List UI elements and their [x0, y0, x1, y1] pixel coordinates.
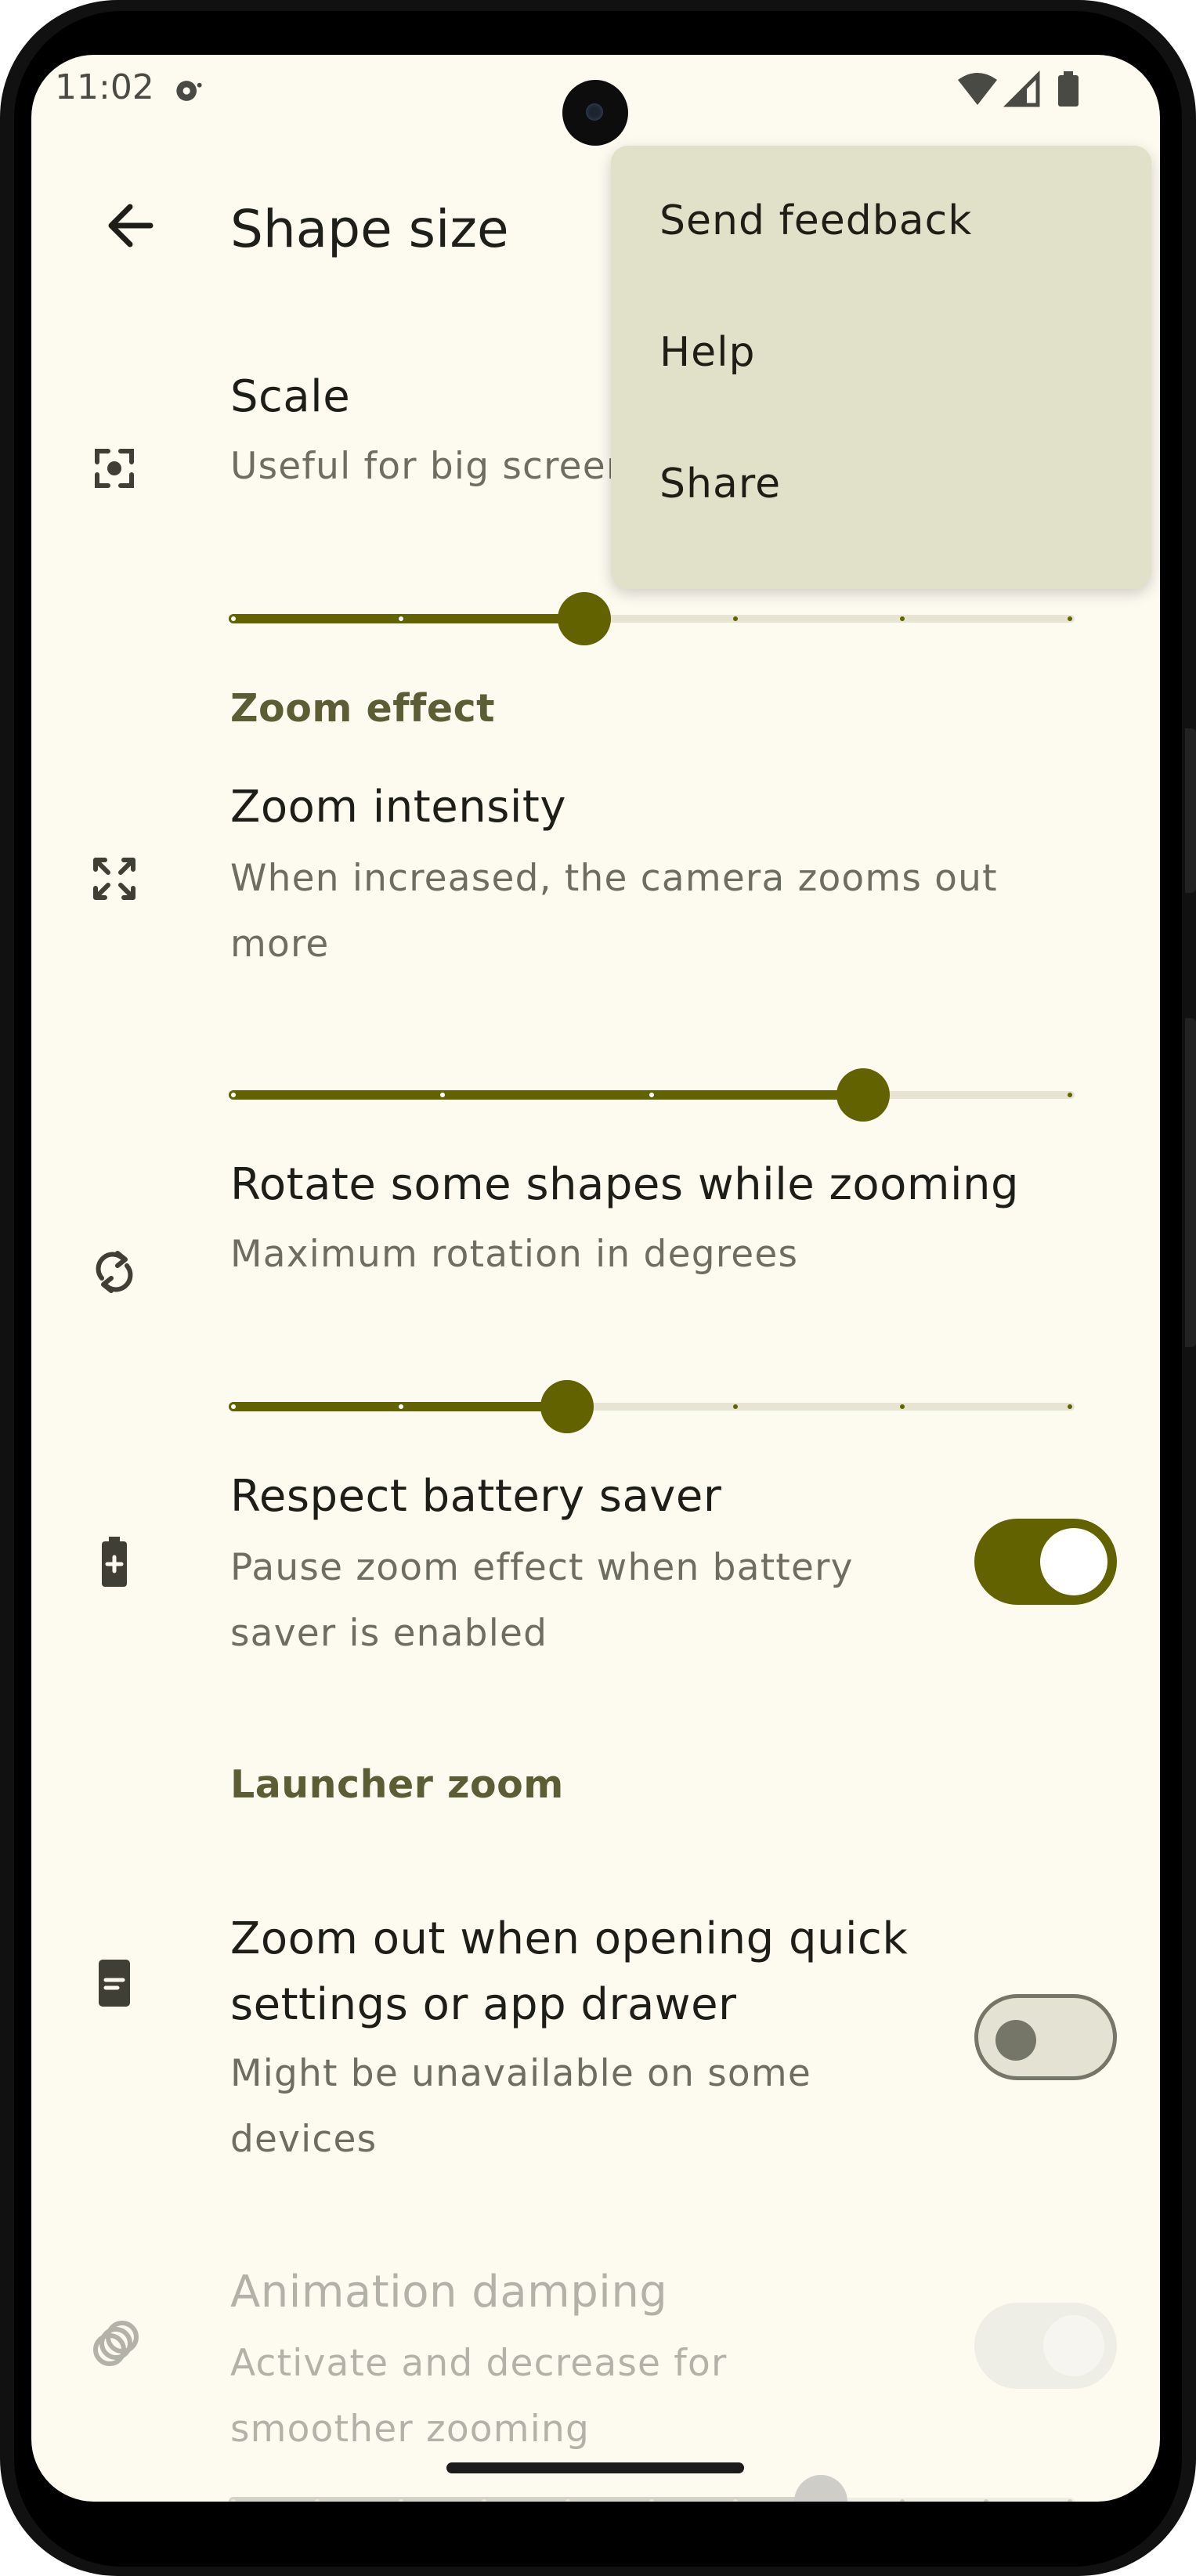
launcher-zoom-title: Zoom out when opening quick settings or …: [230, 1913, 909, 2030]
slider-tick: [398, 1404, 403, 1409]
slider-tick: [398, 616, 403, 621]
app-drawer-icon: [99, 1960, 130, 2007]
launcher-zoom-switch[interactable]: [974, 1994, 1117, 2080]
rotate-icon: [96, 1251, 133, 1293]
page-title: Shape size: [230, 199, 509, 259]
slider-tick: [440, 1093, 445, 1097]
slider-tick: [649, 2499, 654, 2502]
slider-tick: [398, 2499, 403, 2502]
back-button[interactable]: [78, 172, 188, 282]
battery-icon: [1058, 71, 1079, 107]
zoom-out-map-icon: [93, 858, 135, 900]
launcher-zoom-header: Launcher zoom: [230, 1762, 564, 1807]
slider-tick: [231, 1404, 236, 1409]
battery-charging-icon: [102, 1537, 127, 1587]
rotate-shapes-slider[interactable]: [229, 1375, 1075, 1438]
slider-tick: [231, 2499, 236, 2502]
slider-tick: [482, 2499, 487, 2502]
menu-item-send-feedback[interactable]: Send feedback: [611, 155, 1151, 287]
slider-tick: [314, 2499, 320, 2502]
zoom-effect-header: Zoom effect: [230, 686, 496, 731]
zoom-intensity-summary: When increased, the camera zooms out mor…: [230, 857, 998, 966]
rotate-shapes-title: Rotate some shapes while zooming: [230, 1159, 1020, 1210]
slider-active-track: [229, 614, 584, 623]
home-gesture-bar[interactable]: [446, 2462, 744, 2473]
launcher-zoom-summary: Might be unavailable on some devices: [230, 2052, 811, 2161]
slider-tick: [231, 616, 236, 621]
signal-icon: [1003, 70, 1040, 107]
damping-rings-icon: [93, 2321, 139, 2366]
scale-title: Scale: [230, 371, 351, 422]
animation-damping-switch[interactable]: [974, 2303, 1117, 2389]
slider-tick: [231, 1093, 236, 1097]
status-icons: [958, 70, 1079, 107]
status-clock: 11:02: [55, 67, 154, 107]
arrow-back-icon: [108, 204, 154, 247]
animation-damping-title: Animation damping: [230, 2267, 668, 2318]
device-side-button: [1185, 728, 1196, 893]
slider-thumb[interactable]: [540, 1380, 594, 1433]
screen-record-icon: [176, 81, 202, 101]
slider-tick: [1068, 616, 1072, 621]
zoom-intensity-slider[interactable]: [229, 1064, 1075, 1126]
battery-saver-switch[interactable]: [974, 1519, 1117, 1605]
switch-knob: [1040, 1528, 1107, 1595]
slider-tick: [900, 2499, 905, 2502]
animation-damping-slider[interactable]: [229, 2470, 1075, 2502]
animation-damping-summary: Activate and decrease for smoother zoomi…: [230, 2342, 728, 2451]
menu-item-share[interactable]: Share: [611, 418, 1151, 550]
slider-tick: [732, 1404, 738, 1409]
battery-saver-summary: Pause zoom effect when battery saver is …: [230, 1546, 854, 1655]
slider-active-track: [229, 1090, 863, 1100]
switch-knob: [995, 2020, 1036, 2061]
slider-thumb[interactable]: [836, 1068, 890, 1122]
device-volume-button: [1185, 1018, 1196, 1347]
center-focus-icon: [95, 449, 134, 488]
slider-thumb[interactable]: [794, 2475, 847, 2502]
screen: 11:02 Shape size Scale Useful for big sc…: [31, 55, 1160, 2502]
slider-tick: [1068, 2499, 1072, 2502]
wifi-icon: [958, 73, 997, 105]
slider-tick: [732, 616, 738, 621]
zoom-intensity-title: Zoom intensity: [230, 782, 567, 833]
scale-slider[interactable]: [229, 587, 1075, 650]
scale-summary: Useful for big screens: [230, 445, 651, 488]
slider-tick: [649, 1093, 654, 1097]
status-bar: 11:02: [31, 55, 1160, 146]
slider-tick: [984, 2499, 989, 2502]
switch-knob: [1043, 2315, 1104, 2376]
slider-tick: [565, 2499, 571, 2502]
menu-item-label: Send feedback: [659, 197, 973, 244]
battery-saver-title: Respect battery saver: [230, 1471, 722, 1522]
overflow-menu: Send feedback Help Share: [611, 146, 1151, 589]
menu-item-label: Help: [659, 329, 756, 376]
rotate-shapes-summary: Maximum rotation in degrees: [230, 1233, 799, 1276]
slider-tick: [1068, 1404, 1072, 1409]
front-camera: [562, 80, 628, 146]
slider-tick: [732, 2499, 738, 2502]
slider-thumb[interactable]: [557, 592, 611, 645]
slider-tick: [1068, 1093, 1072, 1097]
menu-item-help[interactable]: Help: [611, 287, 1151, 418]
menu-item-label: Share: [659, 461, 782, 508]
